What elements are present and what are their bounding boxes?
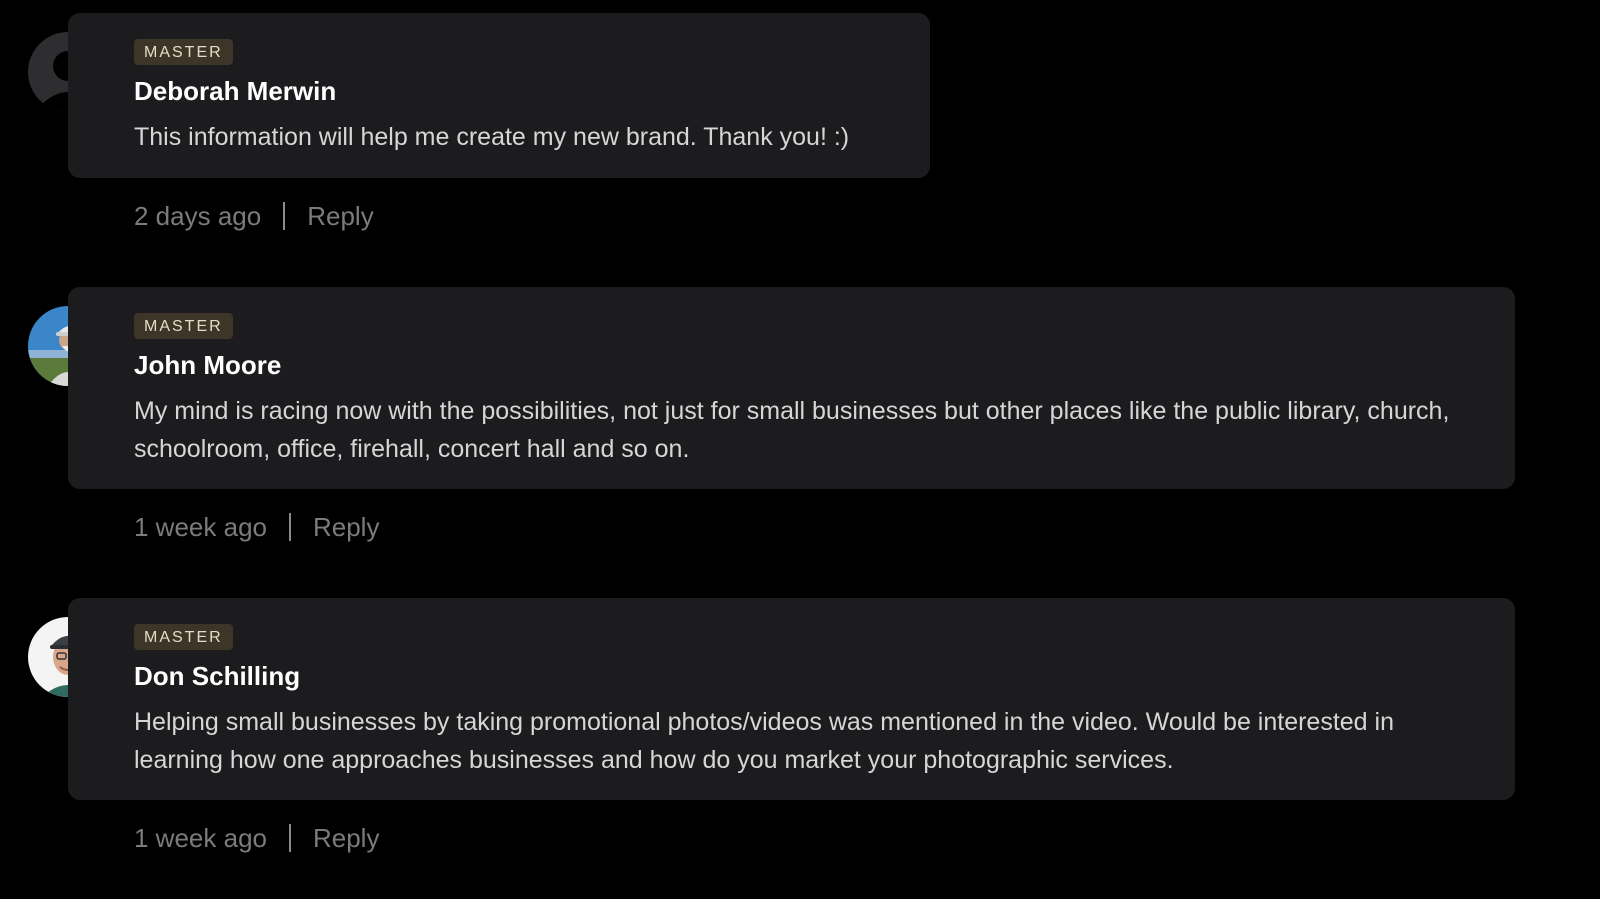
comment-meta: 1 week ago Reply: [134, 512, 379, 542]
comment-text: My mind is racing now with the possibili…: [134, 397, 1450, 463]
reply-button[interactable]: Reply: [313, 512, 379, 542]
comment-timestamp: 1 week ago: [134, 823, 267, 853]
reply-button[interactable]: Reply: [307, 201, 373, 231]
comment-text: Helping small businesses by taking promo…: [134, 708, 1394, 774]
comment-bubble: MASTER Deborah Merwin This information w…: [68, 13, 930, 178]
member-badge: MASTER: [134, 313, 233, 339]
comment-bubble: MASTER John Moore My mind is racing now …: [68, 287, 1515, 489]
meta-divider: [283, 202, 286, 230]
comment-meta: 1 week ago Reply: [134, 823, 379, 853]
comment-author[interactable]: Deborah Merwin: [134, 76, 890, 106]
comment-timestamp: 1 week ago: [134, 512, 267, 542]
comments-list: MASTER Deborah Merwin This information w…: [0, 0, 1600, 899]
comment-author[interactable]: Don Schilling: [134, 661, 1475, 691]
comment-text: This information will help me create my …: [134, 123, 850, 151]
reply-button[interactable]: Reply: [313, 823, 379, 853]
comment-author[interactable]: John Moore: [134, 350, 1475, 380]
comment-timestamp: 2 days ago: [134, 201, 262, 231]
meta-divider: [288, 513, 291, 541]
comment-bubble: MASTER Don Schilling Helping small busin…: [68, 598, 1515, 800]
member-badge: MASTER: [134, 39, 233, 65]
meta-divider: [288, 824, 291, 852]
comment-meta: 2 days ago Reply: [134, 201, 374, 231]
member-badge: MASTER: [134, 624, 233, 650]
